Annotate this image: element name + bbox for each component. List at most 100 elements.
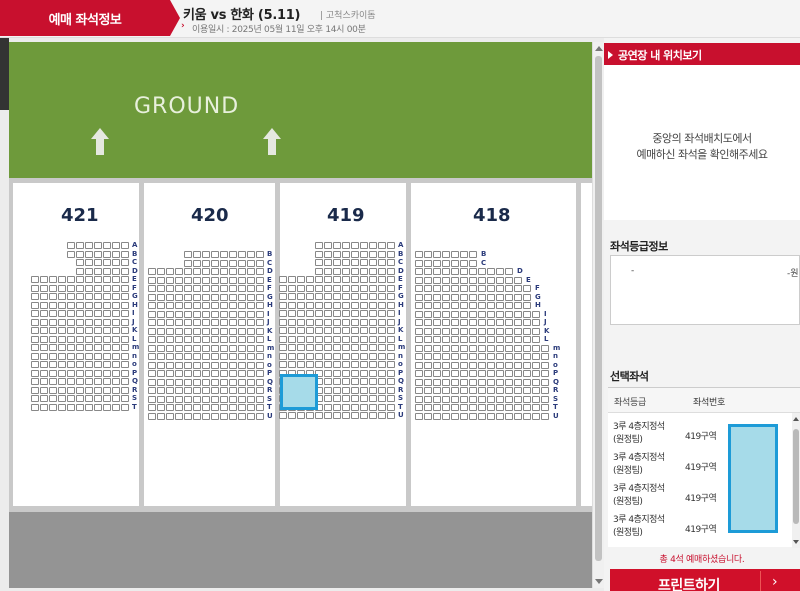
seat[interactable] (256, 412, 264, 420)
seat[interactable] (220, 319, 228, 326)
seat[interactable] (433, 370, 441, 377)
seat[interactable] (478, 412, 486, 420)
seat[interactable] (360, 242, 368, 249)
seat[interactable] (387, 259, 395, 266)
seat[interactable] (387, 293, 395, 300)
seat[interactable] (387, 284, 395, 292)
seat[interactable] (229, 285, 237, 292)
seat[interactable] (297, 335, 305, 343)
seat[interactable] (324, 250, 332, 258)
seat[interactable] (49, 276, 57, 283)
seat[interactable] (279, 352, 287, 360)
seat[interactable] (433, 336, 441, 343)
seat[interactable] (184, 327, 192, 335)
seat[interactable] (478, 319, 486, 326)
seat[interactable] (387, 378, 395, 385)
seat[interactable] (460, 361, 468, 369)
seat[interactable] (85, 250, 93, 258)
seat[interactable] (85, 327, 93, 334)
seat[interactable] (49, 369, 57, 377)
seat[interactable] (157, 276, 165, 284)
seat[interactable] (487, 361, 495, 369)
seat[interactable] (351, 293, 359, 300)
seat[interactable] (94, 284, 102, 292)
seat[interactable] (288, 293, 296, 300)
seat[interactable] (523, 310, 531, 318)
seat[interactable] (31, 310, 39, 317)
seat[interactable] (442, 293, 450, 301)
seat[interactable] (193, 370, 201, 377)
seat[interactable] (67, 352, 75, 360)
scroll-down-arrow-icon[interactable] (793, 540, 799, 544)
seat[interactable] (40, 318, 48, 326)
seat[interactable] (523, 344, 531, 352)
seat[interactable] (211, 285, 219, 292)
seat[interactable] (288, 412, 296, 419)
seat[interactable] (324, 267, 332, 275)
seat[interactable] (424, 276, 432, 284)
seat[interactable] (103, 284, 111, 292)
seat[interactable] (238, 310, 246, 318)
seat[interactable] (523, 336, 531, 343)
seat[interactable] (378, 250, 386, 258)
seat[interactable] (58, 369, 66, 377)
seat[interactable] (360, 344, 368, 351)
seat[interactable] (415, 404, 423, 411)
seat[interactable] (369, 318, 377, 326)
seat[interactable] (469, 251, 477, 258)
seat[interactable] (247, 412, 255, 420)
seat[interactable] (148, 268, 156, 275)
seat[interactable] (31, 378, 39, 385)
seat[interactable] (247, 361, 255, 369)
seat[interactable] (424, 293, 432, 301)
seat[interactable] (76, 386, 84, 394)
seat[interactable] (157, 336, 165, 343)
seat[interactable] (378, 318, 386, 326)
seat[interactable] (148, 285, 156, 292)
seat[interactable] (40, 284, 48, 292)
seat[interactable] (496, 319, 504, 326)
seat[interactable] (378, 344, 386, 351)
seat[interactable] (184, 370, 192, 377)
seat[interactable] (211, 395, 219, 403)
seat[interactable] (387, 412, 395, 419)
seat[interactable] (288, 318, 296, 326)
seat[interactable] (505, 344, 513, 352)
seat[interactable] (103, 327, 111, 334)
seat[interactable] (247, 353, 255, 360)
seat[interactable] (496, 276, 504, 284)
seat[interactable] (85, 369, 93, 377)
seat[interactable] (333, 259, 341, 266)
seat[interactable] (460, 285, 468, 292)
seat[interactable] (103, 395, 111, 402)
seat[interactable] (306, 293, 314, 300)
seat[interactable] (460, 387, 468, 394)
seat[interactable] (532, 361, 540, 369)
seat[interactable] (324, 378, 332, 385)
seat[interactable] (415, 327, 423, 335)
seat[interactable] (202, 268, 210, 275)
seat[interactable] (94, 344, 102, 351)
seat[interactable] (157, 285, 165, 292)
seat[interactable] (433, 387, 441, 394)
seat[interactable] (478, 336, 486, 343)
seat[interactable] (229, 310, 237, 318)
seat[interactable] (184, 395, 192, 403)
seat[interactable] (442, 251, 450, 258)
seat[interactable] (460, 395, 468, 403)
seat[interactable] (342, 412, 350, 419)
seat[interactable] (76, 403, 84, 411)
seat[interactable] (211, 327, 219, 335)
seat[interactable] (148, 276, 156, 284)
seat[interactable] (121, 250, 129, 258)
seat[interactable] (148, 353, 156, 360)
seat[interactable] (238, 353, 246, 360)
seat[interactable] (360, 301, 368, 309)
seat[interactable] (166, 404, 174, 411)
seat[interactable] (31, 344, 39, 351)
seat[interactable] (256, 395, 264, 403)
seat[interactable] (442, 319, 450, 326)
seat[interactable] (40, 352, 48, 360)
seat[interactable] (247, 285, 255, 292)
seat[interactable] (451, 370, 459, 377)
